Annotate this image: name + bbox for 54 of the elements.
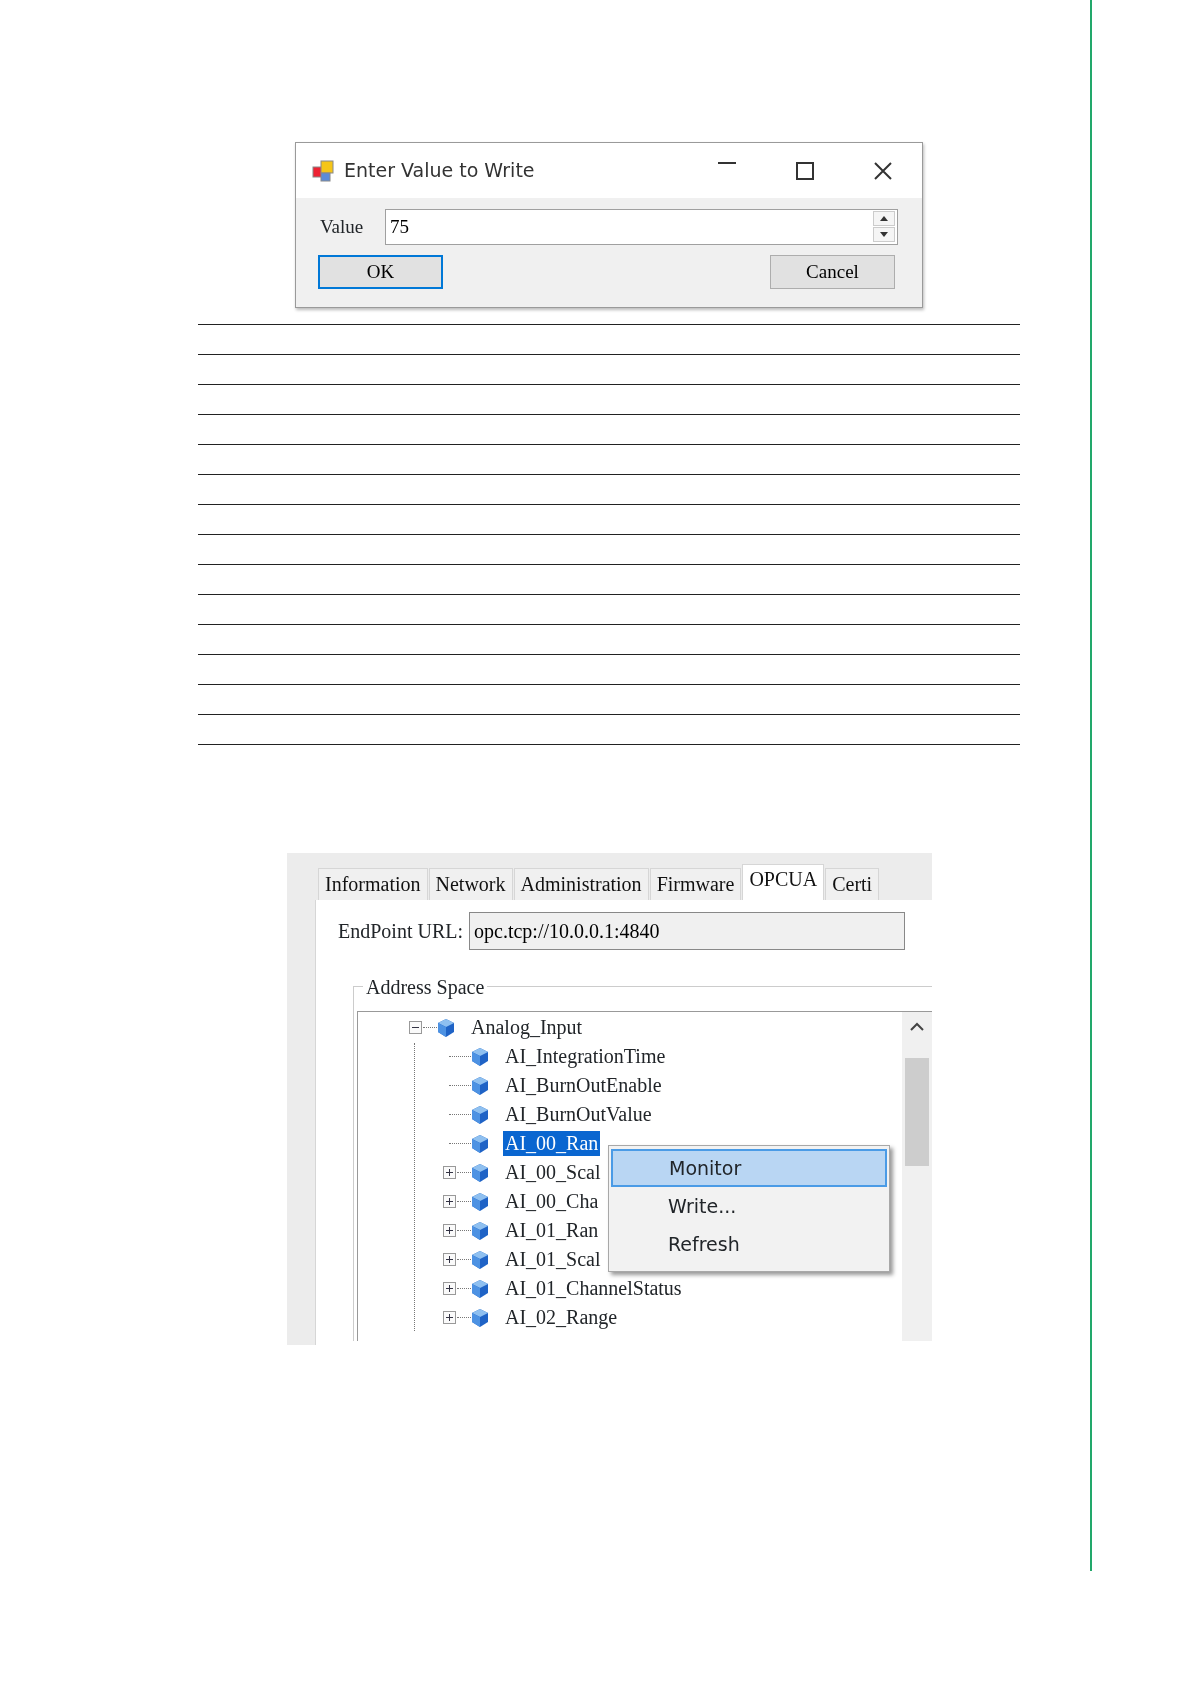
tree-item[interactable]: AI_BurnOutEnable bbox=[503, 1073, 664, 1098]
value-field[interactable]: 75 bbox=[385, 209, 898, 245]
cancel-button[interactable]: Cancel bbox=[770, 255, 895, 289]
scroll-thumb[interactable] bbox=[905, 1058, 929, 1166]
cube-icon bbox=[471, 1278, 489, 1299]
tree-item[interactable]: AI_01_Scal bbox=[503, 1247, 603, 1272]
expand-icon[interactable] bbox=[442, 1166, 456, 1179]
cube-icon bbox=[471, 1220, 489, 1241]
collapse-icon[interactable] bbox=[408, 1021, 422, 1034]
cube-icon bbox=[437, 1017, 455, 1038]
tree-item[interactable]: AI_00_Ran bbox=[503, 1131, 601, 1156]
tab[interactable]: Network bbox=[428, 868, 513, 900]
cube-icon bbox=[471, 1307, 489, 1328]
cube-icon bbox=[471, 1075, 489, 1096]
tree-item[interactable]: AI_IntegrationTime bbox=[503, 1044, 668, 1069]
app-icon bbox=[312, 159, 334, 182]
close-icon[interactable] bbox=[874, 161, 892, 180]
tab[interactable]: Firmware bbox=[649, 868, 742, 900]
endpoint-url-field[interactable]: opc.tcp://10.0.0.1:4840 bbox=[469, 912, 905, 950]
menu-item[interactable]: Monitor bbox=[611, 1149, 887, 1187]
tree-item[interactable]: AI_02_Range bbox=[503, 1305, 620, 1330]
tab[interactable]: Administration bbox=[513, 868, 649, 900]
tab[interactable]: Certi bbox=[825, 868, 880, 900]
cube-icon bbox=[471, 1249, 489, 1270]
tab[interactable]: OPCUA bbox=[742, 864, 825, 900]
window-title: Enter Value to Write bbox=[344, 158, 535, 184]
tree-item[interactable]: AI_BurnOutValue bbox=[503, 1102, 654, 1127]
tree-item[interactable]: AI_01_ChannelStatus bbox=[503, 1276, 684, 1301]
expand-icon[interactable] bbox=[442, 1224, 456, 1237]
expand-icon[interactable] bbox=[442, 1311, 456, 1324]
cube-icon bbox=[471, 1191, 489, 1212]
minimize-icon[interactable] bbox=[718, 161, 736, 164]
tree-item[interactable]: AI_01_Ran bbox=[503, 1218, 601, 1243]
endpoint-label: EndPoint URL: bbox=[338, 919, 463, 944]
tree-item[interactable]: AI_00_Scal bbox=[503, 1160, 603, 1185]
spin-up-icon[interactable] bbox=[873, 211, 895, 226]
tree-item[interactable]: AI_00_Cha bbox=[503, 1189, 601, 1214]
menu-item[interactable]: Write... bbox=[611, 1187, 887, 1225]
cube-icon bbox=[471, 1046, 489, 1067]
scrollbar[interactable] bbox=[902, 1012, 932, 1341]
ok-button[interactable]: OK bbox=[318, 255, 443, 289]
cube-icon bbox=[471, 1162, 489, 1183]
expand-icon[interactable] bbox=[442, 1282, 456, 1295]
spin-down-icon[interactable] bbox=[873, 227, 895, 242]
expand-icon[interactable] bbox=[442, 1253, 456, 1266]
menu-item[interactable]: Refresh bbox=[611, 1225, 887, 1263]
cube-icon bbox=[471, 1104, 489, 1125]
value-label: Value bbox=[320, 214, 365, 239]
expand-icon[interactable] bbox=[442, 1195, 456, 1208]
tab[interactable]: Information bbox=[318, 868, 428, 900]
tree-item[interactable]: Analog_Input bbox=[469, 1015, 585, 1040]
maximize-icon[interactable] bbox=[796, 161, 814, 180]
cube-icon bbox=[471, 1133, 489, 1154]
scroll-up-icon[interactable] bbox=[910, 1022, 924, 1031]
